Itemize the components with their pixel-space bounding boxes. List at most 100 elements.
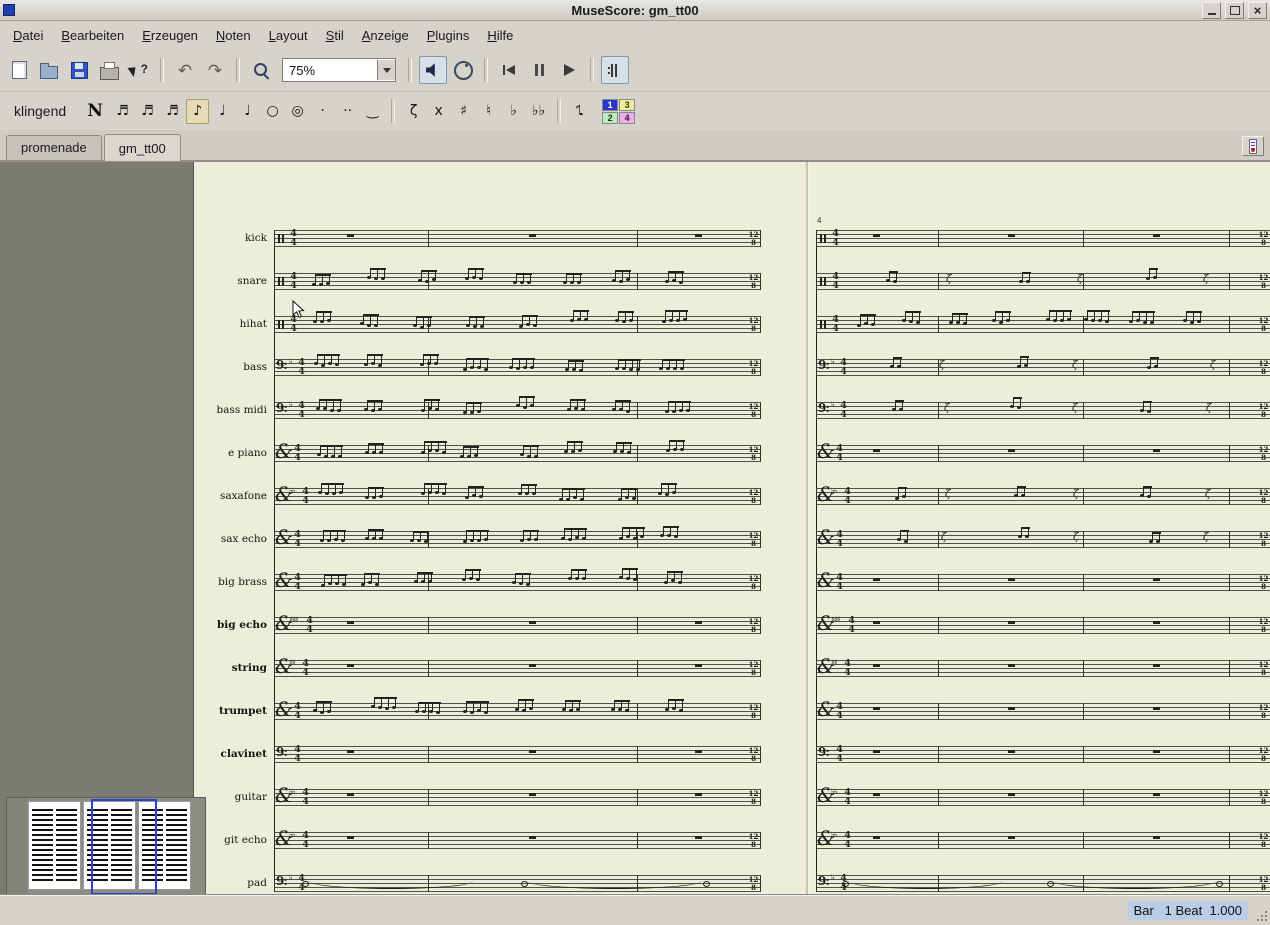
- zoom-tool-button[interactable]: [247, 56, 275, 84]
- print-button[interactable]: [95, 56, 123, 84]
- staff-saxafone-sys1[interactable]: &♭♭44128saxafone: [274, 488, 761, 505]
- note-quarter-button[interactable]: ♩: [211, 99, 234, 124]
- resize-grip[interactable]: [1254, 908, 1268, 922]
- staff-guitar-sys1[interactable]: &♭♭44128guitar: [274, 789, 761, 806]
- navigator-viewport[interactable]: [91, 799, 157, 894]
- menu-plugins[interactable]: Plugins: [418, 24, 479, 47]
- maximize-button[interactable]: [1225, 2, 1244, 19]
- staff-e-piano-sys1[interactable]: &44128e piano: [274, 445, 761, 462]
- staff-clavinet-sys1[interactable]: 9:44128clavinet: [274, 746, 761, 763]
- staff-e-piano-sys2[interactable]: &44128: [816, 445, 1270, 462]
- tab-gm_tt00[interactable]: gm_tt00: [104, 134, 181, 161]
- note-entry-button[interactable]: N: [81, 97, 109, 125]
- midi-input-button[interactable]: [449, 56, 477, 84]
- tab-promenade[interactable]: promenade: [6, 135, 102, 160]
- save-button[interactable]: [65, 56, 93, 84]
- note-half-button[interactable]: ♩: [236, 99, 259, 124]
- staff-snare-sys2[interactable]: 44128ζζζ: [816, 273, 1270, 290]
- note-64th-button[interactable]: ♬: [111, 99, 134, 124]
- staff-snare-sys1[interactable]: 44128snare: [274, 273, 761, 290]
- double-dot-button[interactable]: ··: [336, 99, 359, 124]
- staff-bass-midi-sys2[interactable]: 9:♭44128ζζζ: [816, 402, 1270, 419]
- undo-button[interactable]: ↶: [171, 56, 199, 84]
- barline: [1083, 488, 1084, 505]
- note-whole-button[interactable]: ○: [261, 99, 284, 124]
- minimize-button[interactable]: [1202, 2, 1221, 19]
- menu-noten[interactable]: Noten: [207, 24, 260, 47]
- staff-bass-sys2[interactable]: 9:♭44128ζζζ: [816, 359, 1270, 376]
- note-stem: [465, 571, 466, 580]
- note-stem: [667, 573, 668, 583]
- staff-git-echo-sys2[interactable]: &♭♭44128: [816, 832, 1270, 849]
- close-button[interactable]: ×: [1248, 2, 1267, 19]
- staff-bass-midi-sys1[interactable]: 9:♭44128bass midi: [274, 402, 761, 419]
- voice-2-button[interactable]: 2: [602, 112, 618, 124]
- open-file-button[interactable]: [35, 56, 63, 84]
- natural-button[interactable]: ♮: [477, 99, 500, 124]
- voice-4-button[interactable]: 4: [619, 112, 635, 124]
- staff-hihat-sys2[interactable]: 44128: [816, 316, 1270, 333]
- menu-erzeugen[interactable]: Erzeugen: [133, 24, 207, 47]
- play-panel-button[interactable]: [419, 56, 447, 84]
- staff-clavinet-sys2[interactable]: 9:44128: [816, 746, 1270, 763]
- play-button[interactable]: [555, 56, 583, 84]
- menu-bearbeiten[interactable]: Bearbeiten: [52, 24, 133, 47]
- score-view[interactable]: 44128kick 441284 44128snare 44128ζζζ 44128hi…: [0, 161, 1270, 894]
- double-flat-button[interactable]: ♭♭: [527, 99, 550, 124]
- staff-big-echo-sys2[interactable]: &♯♯♯44128: [816, 617, 1270, 634]
- note-32nd-button[interactable]: ♬: [136, 99, 159, 124]
- repeat-toggle-button[interactable]: [601, 56, 629, 84]
- navigator[interactable]: [6, 797, 206, 894]
- whole-rest: [1008, 664, 1015, 667]
- augmentation-dot-button[interactable]: ·: [311, 99, 334, 124]
- menu-hilfe[interactable]: Hilfe: [478, 24, 522, 47]
- flat-button[interactable]: ♭: [502, 99, 525, 124]
- new-file-button[interactable]: [5, 56, 33, 84]
- staff-saxafone-sys2[interactable]: &♭♭44128ζζζ: [816, 488, 1270, 505]
- staff-hihat-sys1[interactable]: 44128hihat: [274, 316, 761, 333]
- staff-guitar-sys2[interactable]: &♭♭44128: [816, 789, 1270, 806]
- sharp-button[interactable]: ♯: [452, 99, 475, 124]
- staff-trumpet-sys1[interactable]: &44128trumpet: [274, 703, 761, 720]
- note-stem: [322, 276, 323, 285]
- rewind-button[interactable]: [495, 56, 523, 84]
- zoom-dropdown-arrow[interactable]: [377, 60, 395, 80]
- staff-big-echo-sys1[interactable]: &♯♯♯44128big echo: [274, 617, 761, 634]
- staff-big-brass-sys2[interactable]: &44128: [816, 574, 1270, 591]
- staff-string-sys2[interactable]: &♯♯44128: [816, 660, 1270, 677]
- navigator-page-thumbnail[interactable]: [28, 801, 81, 890]
- voice-1-button[interactable]: 1: [602, 99, 618, 111]
- staff-bass-sys1[interactable]: 9:♭44128bass: [274, 359, 761, 376]
- redo-button[interactable]: ↷: [201, 56, 229, 84]
- note-8th-button[interactable]: ♪: [186, 99, 209, 124]
- note-breve-button[interactable]: ◎: [286, 99, 309, 124]
- menu-anzeige[interactable]: Anzeige: [353, 24, 418, 47]
- staff-git-echo-sys1[interactable]: &♭♭44128git echo: [274, 832, 761, 849]
- staff-string-sys1[interactable]: &♯♯44128string: [274, 660, 761, 677]
- staff-trumpet-sys2[interactable]: &44128: [816, 703, 1270, 720]
- note-16th-button[interactable]: ♬: [161, 99, 184, 124]
- pause-button[interactable]: [525, 56, 553, 84]
- menu-stil[interactable]: Stil: [317, 24, 353, 47]
- score-page[interactable]: 44128kick 441284 44128snare 44128ζζζ 44128hi…: [193, 162, 1270, 894]
- staff-big-brass-sys1[interactable]: &44128big brass: [274, 574, 761, 591]
- zoom-select[interactable]: 75%: [282, 58, 396, 82]
- staff-sax-echo-sys1[interactable]: &44128sax echo: [274, 531, 761, 548]
- menu-layout[interactable]: Layout: [260, 24, 317, 47]
- whats-this-button[interactable]: ?: [125, 56, 153, 84]
- flip-direction-button[interactable]: ♪: [568, 99, 591, 124]
- staff-pad-sys1[interactable]: 9:♭44128pad: [274, 875, 761, 892]
- rest-button[interactable]: ζ: [402, 99, 425, 124]
- menu-datei[interactable]: Datei: [4, 24, 52, 47]
- concert-pitch-toggle[interactable]: klingend: [4, 99, 80, 123]
- staff-kick-sys2[interactable]: 441284: [816, 230, 1270, 247]
- titlebar[interactable]: MuseScore: gm_tt00 ×: [0, 0, 1270, 21]
- voice-3-button[interactable]: 3: [619, 99, 635, 111]
- tie-button[interactable]: ‿: [361, 99, 384, 124]
- staff-kick-sys1[interactable]: 44128kick: [274, 230, 761, 247]
- staff-pad-sys2[interactable]: 9:♭44128: [816, 875, 1270, 892]
- tab-bar-corner-button[interactable]: [1242, 136, 1264, 156]
- staff-sax-echo-sys2[interactable]: &44128ζζζ: [816, 531, 1270, 548]
- double-sharp-button[interactable]: x: [427, 99, 450, 124]
- note-stem: [529, 575, 530, 585]
